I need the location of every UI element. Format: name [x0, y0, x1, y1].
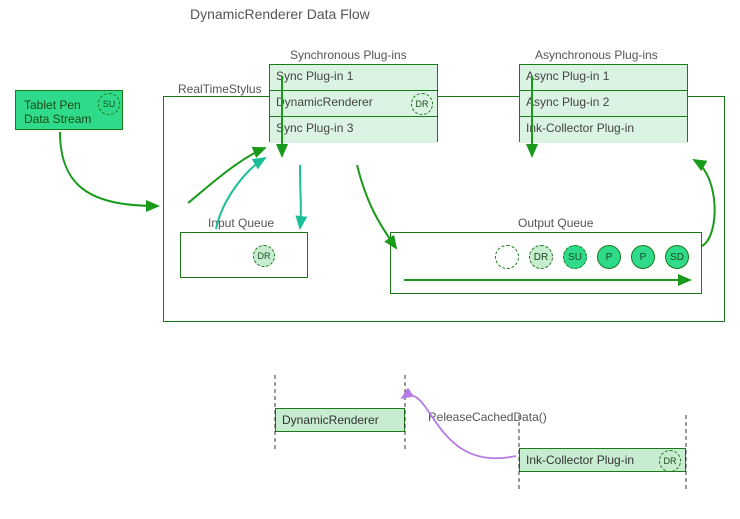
arrow-rts-to-sync: [188, 148, 265, 203]
arrow-sync-to-output: [357, 165, 396, 248]
arrow-sync-to-input: [300, 165, 301, 228]
arrow-release-cached-data: [402, 395, 516, 458]
diagram-root: DynamicRenderer Data Flow Tablet Pen Dat…: [0, 0, 740, 519]
arrow-tablet-to-rts: [60, 132, 158, 206]
arrow-input-to-sync: [216, 158, 265, 229]
arrows-layer: [0, 0, 740, 519]
arrow-output-to-async: [694, 160, 715, 246]
